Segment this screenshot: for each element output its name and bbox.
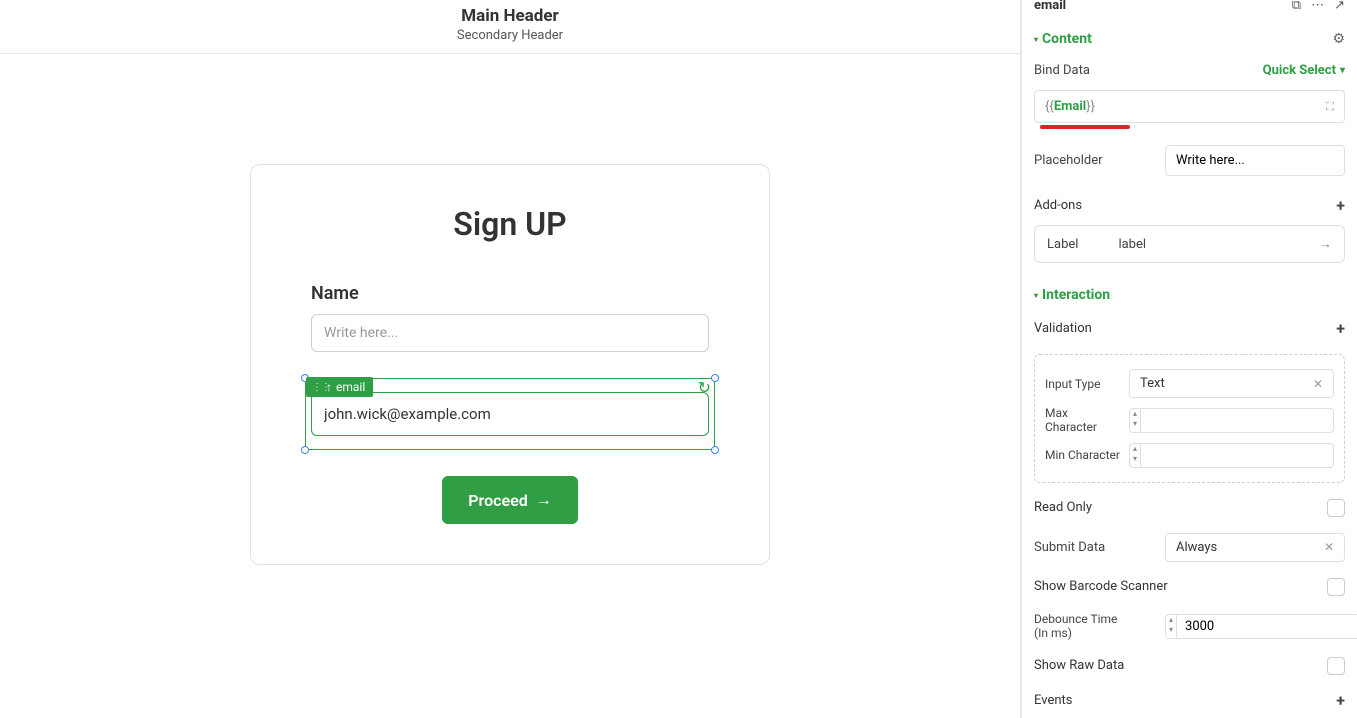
validation-box: Input Type Text ✕ Max Character ▴▾ Min C… xyxy=(1034,354,1345,483)
arrow-right-icon: → xyxy=(536,490,552,510)
bind-expression-input[interactable]: {{Email}} ⛶ xyxy=(1034,90,1345,123)
submit-data-select[interactable]: Always ✕ xyxy=(1165,533,1345,562)
section-content[interactable]: ▾Content ⚙ xyxy=(1022,21,1357,57)
caret-down-icon: ▾ xyxy=(1034,35,1038,44)
clear-icon[interactable]: ✕ xyxy=(1324,540,1334,554)
more-icon[interactable]: ⋯ xyxy=(1311,0,1324,13)
events-label: Events xyxy=(1034,693,1072,708)
bind-data-label: Bind Data xyxy=(1034,63,1090,78)
addon-label-row[interactable]: Label label → xyxy=(1034,225,1345,263)
signup-card: Sign UP Name ⋮⋮ ↑ email ↻ Proceed → xyxy=(250,164,770,565)
property-sidebar: email ⧉ ⋯ ↗ ▾Content ⚙ Bind Data Quick S… xyxy=(1021,0,1357,718)
selection-tag-label: email xyxy=(336,380,365,394)
min-char-spinner[interactable]: ▴▾ xyxy=(1129,443,1140,468)
max-char-label: Max Character xyxy=(1045,406,1121,435)
email-input[interactable] xyxy=(311,392,709,436)
gear-icon[interactable]: ⚙ xyxy=(1332,31,1345,47)
email-control-selected[interactable]: ⋮⋮ ↑ email ↻ xyxy=(311,392,709,436)
selection-tag[interactable]: ⋮⋮ ↑ email xyxy=(306,377,373,397)
max-char-spinner[interactable]: ▴▾ xyxy=(1129,408,1140,433)
placeholder-label: Placeholder xyxy=(1034,153,1103,168)
show-raw-checkbox[interactable] xyxy=(1327,657,1345,675)
barcode-label: Show Barcode Scanner xyxy=(1034,579,1168,594)
min-char-label: Min Character xyxy=(1045,448,1121,462)
refresh-icon[interactable]: ↻ xyxy=(698,378,711,397)
quick-select-button[interactable]: Quick Select ▾ xyxy=(1263,63,1345,78)
expand-icon[interactable]: ↗ xyxy=(1334,0,1345,13)
control-name: email xyxy=(1034,0,1066,13)
caret-down-icon: ▾ xyxy=(1034,291,1038,300)
input-type-select[interactable]: Text ✕ xyxy=(1129,369,1334,398)
fullscreen-icon[interactable]: ⛶ xyxy=(1326,100,1334,114)
drag-grip-icon[interactable]: ⋮⋮ xyxy=(312,382,322,393)
submit-data-label: Submit Data xyxy=(1034,540,1105,555)
resize-handle-br[interactable] xyxy=(711,446,719,454)
debounce-label: Debounce Time (In ms) xyxy=(1034,612,1134,641)
addons-label: Add-ons xyxy=(1034,198,1082,213)
readonly-label: Read Only xyxy=(1034,500,1092,515)
barcode-checkbox[interactable] xyxy=(1327,578,1345,596)
chevron-down-icon: ▾ xyxy=(1340,65,1345,76)
readonly-checkbox[interactable] xyxy=(1327,499,1345,517)
add-validation-button[interactable]: + xyxy=(1336,319,1345,338)
addon-value: label xyxy=(1118,237,1146,252)
section-interaction[interactable]: ▾Interaction xyxy=(1022,277,1357,313)
placeholder-input[interactable] xyxy=(1165,145,1345,176)
add-addon-button[interactable]: + xyxy=(1336,196,1345,215)
name-input[interactable] xyxy=(311,314,709,352)
addon-key: Label xyxy=(1047,237,1078,252)
add-event-button[interactable]: + xyxy=(1336,691,1345,710)
clear-icon[interactable]: ✕ xyxy=(1313,377,1323,391)
proceed-button[interactable]: Proceed → xyxy=(442,476,577,524)
card-title: Sign UP xyxy=(311,205,709,243)
input-type-label: Input Type xyxy=(1045,377,1121,391)
proceed-label: Proceed xyxy=(468,491,527,510)
resize-handle-tr[interactable] xyxy=(711,374,719,382)
debounce-spinner[interactable]: ▴▾ xyxy=(1165,614,1176,639)
annotation-underline xyxy=(1040,125,1130,129)
min-char-input[interactable] xyxy=(1140,443,1334,468)
name-label: Name xyxy=(311,283,709,304)
show-raw-label: Show Raw Data xyxy=(1034,658,1124,673)
canvas-header: Main Header Secondary Header xyxy=(0,0,1020,54)
resize-handle-bl[interactable] xyxy=(301,446,309,454)
validation-label: Validation xyxy=(1034,321,1092,336)
main-header: Main Header xyxy=(0,6,1020,26)
debounce-input[interactable] xyxy=(1176,614,1357,639)
secondary-header: Secondary Header xyxy=(0,28,1020,43)
control-name-row: email ⧉ ⋯ ↗ xyxy=(1022,0,1357,21)
arrow-right-icon: → xyxy=(1319,236,1332,252)
canvas-preview: Main Header Secondary Header Sign UP Nam… xyxy=(0,0,1021,718)
max-char-input[interactable] xyxy=(1140,408,1334,433)
copy-icon[interactable]: ⧉ xyxy=(1292,0,1301,13)
